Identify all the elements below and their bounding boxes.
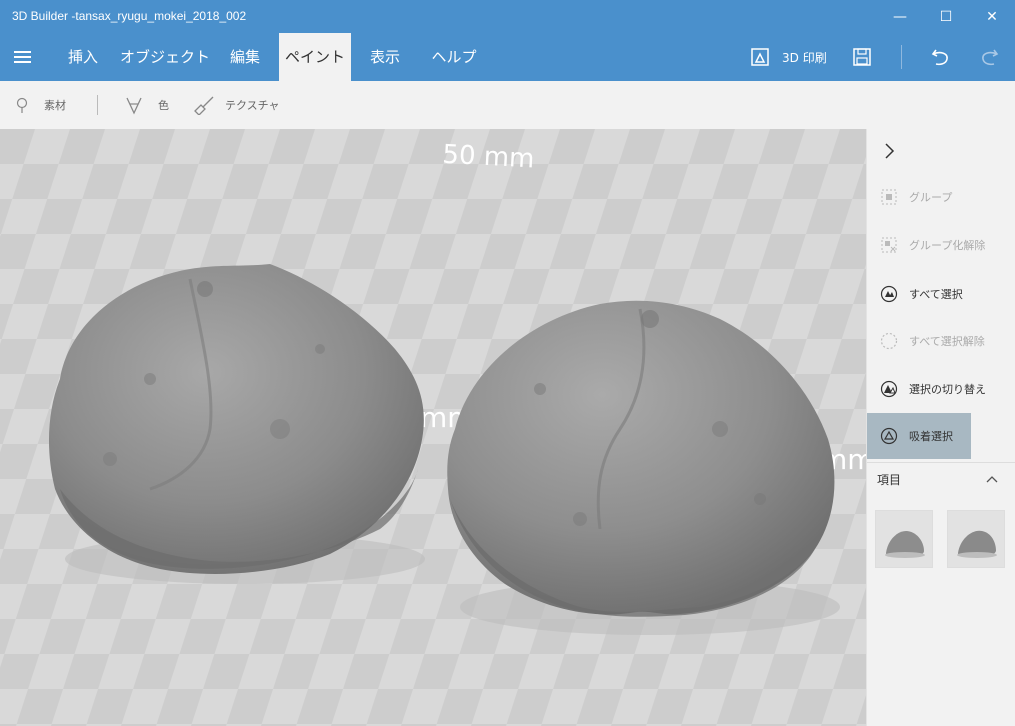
maximize-icon: ☐	[939, 8, 953, 25]
select-all-button[interactable]: すべて選択	[867, 271, 1015, 317]
menu-bar: 挿入 オブジェクト 編集 ペイント 表示 ヘルプ 3D 印刷	[0, 33, 1015, 81]
tab-help[interactable]: ヘルプ	[426, 33, 482, 81]
window-title: 3D Builder -tansax_ryugu_mokei_2018_002	[12, 9, 247, 23]
paint-toolbar: 素材 色 テクスチャ	[0, 81, 1015, 130]
toggle-selection-label: 選択の切り替え	[909, 383, 986, 396]
deselect-all-button[interactable]: すべて選択解除	[867, 318, 1015, 364]
redo-icon	[982, 49, 999, 66]
title-bar: 3D Builder -tansax_ryugu_mokei_2018_002 …	[0, 0, 1015, 33]
redo-button[interactable]	[978, 46, 1000, 72]
texture-label: テクスチャ	[225, 99, 280, 112]
menu-separator	[901, 45, 902, 69]
material-label: 素材	[44, 99, 66, 112]
deselect-all-label: すべて選択解除	[909, 335, 985, 348]
item-thumbnail-1[interactable]	[875, 510, 933, 568]
material-button[interactable]: 素材	[14, 81, 66, 129]
ungroup-label: グループ化解除	[909, 239, 986, 252]
scale-label-top: 50 mm	[442, 140, 535, 175]
color-button[interactable]: 色	[124, 81, 169, 129]
ungroup-icon	[879, 235, 899, 255]
snap-select-button[interactable]: 吸着選択	[867, 413, 971, 459]
chevron-up-icon	[986, 476, 998, 483]
snap-select-label: 吸着選択	[909, 430, 953, 443]
items-section-title: 項目	[877, 473, 902, 487]
selection-panel: グループ グループ化解除 すべて選択 すべて選択解除 選択の切り替え 吸着選択 …	[866, 129, 1015, 726]
print-3d-label: 3D 印刷	[782, 50, 827, 65]
print-3d-icon	[751, 48, 769, 66]
hamburger-menu-icon[interactable]	[14, 49, 32, 65]
toolbar-separator	[97, 95, 98, 115]
texture-button[interactable]: テクスチャ	[193, 81, 280, 129]
print-3d-button[interactable]: 3D 印刷	[750, 46, 827, 68]
close-icon: ✕	[986, 8, 998, 25]
material-icon	[16, 97, 28, 113]
color-pen-icon	[126, 97, 142, 115]
select-all-label: すべて選択	[909, 288, 963, 301]
tab-paint[interactable]: ペイント	[279, 33, 351, 81]
deselect-all-icon	[879, 331, 899, 351]
chevron-right-icon	[885, 143, 895, 159]
undo-button[interactable]	[930, 46, 952, 72]
maximize-button[interactable]: ☐	[923, 0, 969, 33]
3d-viewport[interactable]: 50 mm mm mm	[0, 129, 866, 726]
scene-canvas[interactable]: 50 mm mm mm	[0, 129, 866, 726]
group-icon	[879, 187, 899, 207]
tab-edit[interactable]: 編集	[222, 33, 268, 81]
minimize-button[interactable]: —	[877, 0, 923, 33]
ungroup-button[interactable]: グループ化解除	[867, 222, 1015, 268]
tab-view[interactable]: 表示	[362, 33, 408, 81]
tab-insert[interactable]: 挿入	[58, 33, 108, 81]
save-button[interactable]	[852, 47, 872, 71]
minimize-icon: —	[893, 8, 907, 25]
item-thumbnail-2[interactable]	[947, 510, 1005, 568]
close-button[interactable]: ✕	[969, 0, 1015, 33]
group-label: グループ	[909, 191, 953, 204]
select-all-icon	[879, 284, 899, 304]
group-button[interactable]: グループ	[867, 174, 1015, 220]
collapse-items-button[interactable]	[984, 471, 1000, 491]
color-label: 色	[158, 99, 169, 112]
toggle-selection-icon	[879, 379, 899, 399]
snap-select-icon	[879, 426, 899, 446]
collapse-panel-button[interactable]	[881, 141, 897, 165]
texture-brush-icon	[194, 96, 214, 115]
panel-divider	[867, 462, 1015, 463]
undo-icon	[931, 49, 948, 66]
tab-object[interactable]: オブジェクト	[120, 33, 210, 81]
toggle-selection-button[interactable]: 選択の切り替え	[867, 366, 1015, 412]
save-icon	[853, 48, 871, 66]
